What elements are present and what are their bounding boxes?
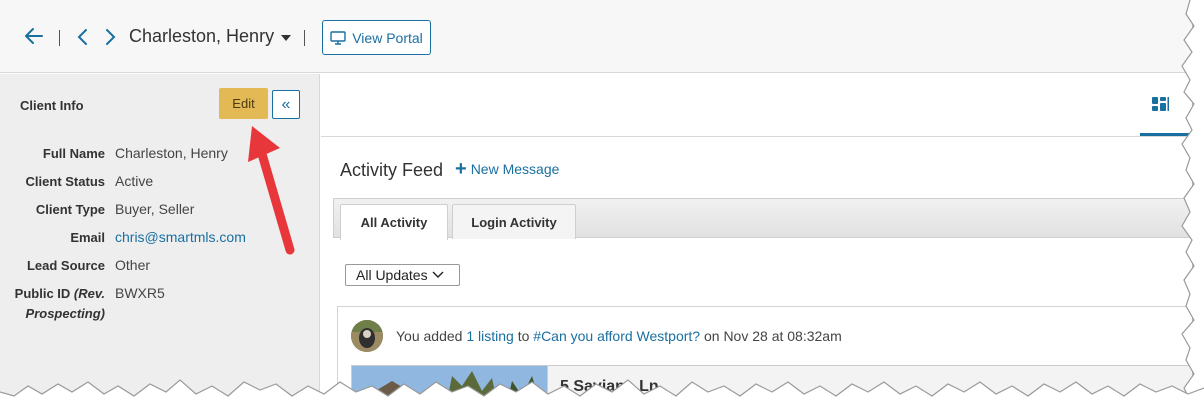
field-client-status: Client Status Active [0,173,320,192]
email-link[interactable]: chris@smartmls.com [115,229,246,245]
view-portal-label: View Portal [352,29,423,46]
listing-info: 5 Saviano Ln [548,365,1192,400]
field-value: Other [115,257,151,273]
field-lead-source: Lead Source Other [0,257,320,276]
dashboard-icon[interactable] [1151,96,1169,112]
chevron-down-icon [432,271,444,278]
listing-address[interactable]: 5 Saviano Ln [560,378,659,396]
updates-filter-select[interactable]: All Updates [345,264,460,286]
divider [59,30,60,46]
field-label: Client Status [25,174,105,189]
activity-item: You added 1 listing to #Can you afford W… [337,306,1192,400]
monitor-icon [330,30,346,45]
activity-tabs: All Activity Login Activity [333,198,1192,240]
tab-all-activity[interactable]: All Activity [340,204,448,240]
main-panel: Activity Feed + New Message All Activity… [321,74,1192,400]
activity-feed-title: Activity Feed [340,160,444,180]
field-label: Public ID (Rev. [14,286,105,301]
client-name-selector[interactable]: Charleston, Henry [129,26,274,47]
field-value: BWXR5 [115,285,165,301]
tab-login-activity[interactable]: Login Activity [452,204,576,239]
back-arrow-icon[interactable] [22,24,46,48]
top-bar: Charleston, Henry View Portal [0,0,1192,73]
previous-icon[interactable] [74,26,92,48]
main-tab-strip [321,74,1192,137]
new-message-link[interactable]: + New Message [455,158,560,180]
next-icon[interactable] [101,26,119,48]
field-label: Email [70,230,105,245]
view-portal-button[interactable]: View Portal [322,20,431,55]
field-value: Active [115,173,154,189]
field-value: Charleston, Henry [115,145,228,161]
collapse-sidebar-button[interactable]: « [272,90,300,119]
listing-count-link[interactable]: 1 listing [466,328,513,344]
field-value: Buyer, Seller [115,201,195,217]
avatar [351,320,383,352]
field-label: Lead Source [26,258,105,273]
field-label-continued: Prospecting) [25,306,105,321]
chevron-down-icon[interactable] [281,35,291,41]
client-info-sidebar: Client Info Edit « Full Name Charleston,… [0,74,320,400]
field-email: Email chris@smartmls.com [0,229,320,248]
client-info-title: Client Info [20,98,84,113]
field-client-type: Client Type Buyer, Seller [0,201,320,220]
edit-button[interactable]: Edit [219,88,268,119]
collection-link[interactable]: #Can you afford Westport? [533,328,700,344]
divider [304,30,305,46]
field-full-name: Full Name Charleston, Henry [0,145,320,164]
field-label: Full Name [42,146,105,161]
new-message-label: New Message [470,161,560,177]
page: Charleston, Henry View Portal Client Inf… [0,0,1192,400]
updates-filter-value: All Updates [356,267,428,283]
field-label: Client Type [35,202,105,217]
active-tab-indicator [1140,133,1192,136]
field-public-id: Public ID (Rev. Prospecting) BWXR5 [0,285,320,326]
activity-text: You added 1 listing to #Can you afford W… [396,328,842,344]
plus-icon: + [455,158,467,180]
listing-photo[interactable] [351,365,548,400]
